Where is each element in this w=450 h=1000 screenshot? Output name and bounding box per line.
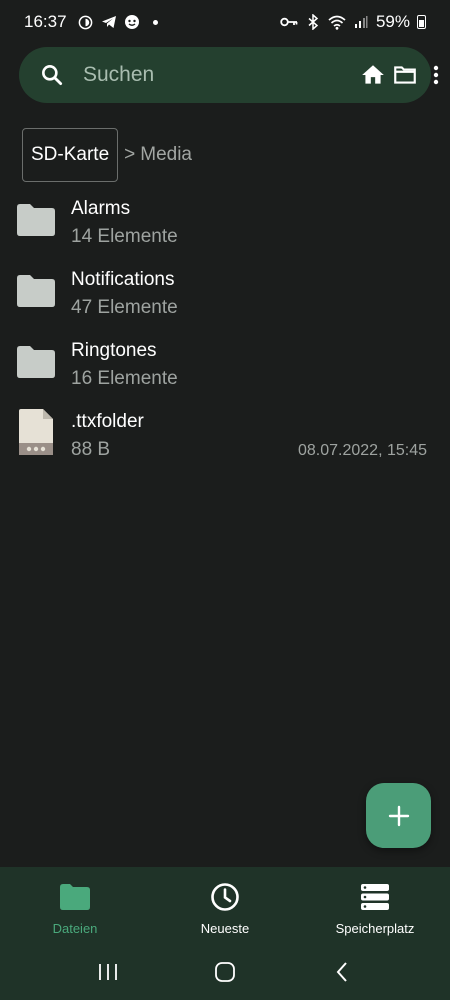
telegram-icon xyxy=(101,14,117,30)
nav-item-dateien[interactable]: Dateien xyxy=(0,867,150,943)
clock-icon xyxy=(210,882,240,912)
wifi-icon xyxy=(328,14,346,30)
folder-button[interactable] xyxy=(392,53,418,97)
vpn-key-icon xyxy=(280,14,298,30)
list-item[interactable]: Notifications 47 Elemente xyxy=(0,259,450,330)
file-meta: 47 Elemente xyxy=(71,297,178,318)
file-date: 08.07.2022, 15:45 xyxy=(297,442,427,459)
folder-icon xyxy=(17,346,55,386)
home-button[interactable] xyxy=(360,53,386,97)
battery-icon xyxy=(417,15,426,29)
nav-label: Dateien xyxy=(52,921,98,936)
breadcrumb-current[interactable]: Media xyxy=(140,144,192,166)
file-name: Notifications xyxy=(71,269,175,290)
recents-button[interactable] xyxy=(88,952,128,992)
back-button[interactable] xyxy=(322,952,362,992)
home-nav-button[interactable] xyxy=(205,952,245,992)
add-icon xyxy=(387,804,411,828)
add-button[interactable] xyxy=(366,783,431,848)
file-meta: 88 B xyxy=(71,439,111,460)
file-name: Alarms xyxy=(71,198,131,219)
nav-label: Neueste xyxy=(200,921,250,936)
file-name: .ttxfolder xyxy=(71,411,144,432)
bluetooth-icon xyxy=(305,14,321,30)
search-bar[interactable] xyxy=(19,47,439,103)
recents-icon xyxy=(97,962,119,982)
list-item[interactable]: Ringtones 16 Elemente xyxy=(0,330,450,401)
breadcrumb-root[interactable]: SD-Karte xyxy=(22,128,119,182)
list-item[interactable]: .ttxfolder 88 B 08.07.2022, 15:45 xyxy=(0,401,450,472)
bottom-nav: Dateien Neueste Speicherplatz xyxy=(0,867,450,943)
nav-item-neueste[interactable]: Neueste xyxy=(150,867,300,943)
status-right: 59% xyxy=(280,12,426,32)
file-list: Alarms 14 Elemente Notifications 47 Elem… xyxy=(0,188,450,472)
file-icon xyxy=(19,409,57,455)
file-meta: 16 Elemente xyxy=(71,368,178,389)
folder-icon xyxy=(17,275,55,315)
list-item[interactable]: Alarms 14 Elemente xyxy=(0,188,450,259)
file-name: Ringtones xyxy=(71,340,157,361)
home-circle-icon xyxy=(214,961,236,983)
system-nav-bar xyxy=(0,943,450,1000)
file-meta: 14 Elemente xyxy=(71,226,178,247)
nav-item-speicherplatz[interactable]: Speicherplatz xyxy=(300,867,450,943)
folder-icon xyxy=(392,62,418,88)
status-bar: 16:37 59% xyxy=(0,0,450,44)
breadcrumb: SD-Karte > Media xyxy=(22,128,192,182)
more-options-button[interactable] xyxy=(424,53,448,97)
search-input[interactable] xyxy=(83,63,354,87)
folder-icon xyxy=(60,882,90,912)
breadcrumb-separator: > xyxy=(124,144,136,165)
back-icon xyxy=(334,961,350,983)
signal-icon xyxy=(353,14,369,30)
home-icon xyxy=(360,62,386,88)
search-icon[interactable] xyxy=(39,62,65,88)
battery-percent: 59% xyxy=(375,12,410,31)
folder-icon xyxy=(17,204,55,244)
status-left: 16:37 xyxy=(24,12,158,32)
more-vert-icon xyxy=(424,63,448,87)
status-time: 16:37 xyxy=(24,12,67,31)
nav-label: Speicherplatz xyxy=(335,921,415,936)
storage-icon xyxy=(360,882,390,912)
face-icon xyxy=(124,14,140,30)
data-saver-icon xyxy=(78,14,94,30)
notification-dot-icon xyxy=(152,19,158,25)
